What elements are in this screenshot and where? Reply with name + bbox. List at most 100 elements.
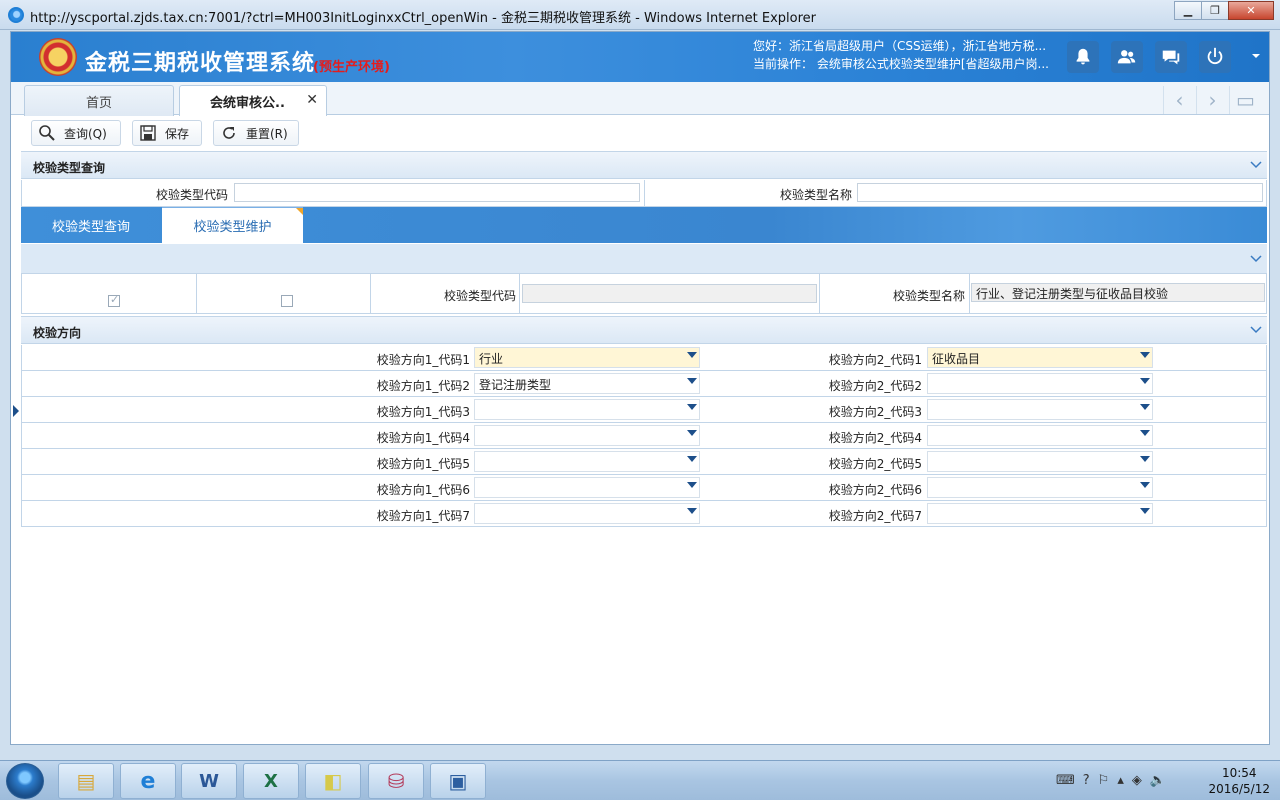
volume-icon[interactable]: 🔈	[1150, 773, 1166, 788]
dropdown-arrow-icon[interactable]	[687, 430, 697, 436]
direction1-select[interactable]: 行业	[474, 347, 700, 368]
sticky-notes-icon[interactable]: ◧	[305, 763, 361, 799]
user-info: 您好：浙江省局超级用户（CSS运维），浙江省地方税... 当前操作： 会统审核公…	[753, 37, 1049, 73]
user-greeting: 您好：浙江省局超级用户（CSS运维），浙江省地方税...	[753, 39, 1047, 53]
maintain-code-input[interactable]	[522, 284, 817, 303]
sidebar-expand-icon[interactable]	[13, 405, 19, 417]
direction1-select[interactable]	[474, 399, 700, 420]
direction1-label: 校验方向1_代码3	[376, 405, 470, 419]
chevron-right-icon[interactable]: ›	[1196, 86, 1228, 114]
maximize-icon[interactable]: ▭	[1229, 86, 1261, 114]
network-icon[interactable]: ◈	[1132, 773, 1142, 788]
dropdown-arrow-icon[interactable]	[1140, 404, 1150, 410]
direction-row: 校验方向1_代码3 校验方向2_代码3	[21, 397, 1267, 423]
save-icon	[140, 125, 156, 141]
show-hidden-icon[interactable]: ▴	[1117, 773, 1124, 788]
chevron-down-icon[interactable]	[1249, 49, 1263, 63]
tab-type-maintain[interactable]: 校验类型维护	[162, 207, 303, 243]
windows-taskbar: ▤ e W X ◧ ⛁ ▣ ⌨ ? ⚐ ▴ ◈ 🔈 10:54 2016/5/1…	[0, 760, 1280, 800]
code-input[interactable]	[234, 183, 640, 202]
maintain-name-input[interactable]: 行业、登记注册类型与征收品目校验	[971, 283, 1265, 302]
code-label: 校验类型代码	[155, 188, 228, 202]
save-button[interactable]: 保存	[132, 120, 202, 146]
remote-desktop-icon[interactable]: ▣	[430, 763, 486, 799]
chevron-down-icon[interactable]	[1249, 322, 1263, 336]
dropdown-arrow-icon[interactable]	[687, 404, 697, 410]
browser-title: http://yscportal.zjds.tax.cn:7001/?ctrl=…	[30, 11, 816, 26]
direction2-select[interactable]	[927, 373, 1153, 394]
direction1-select[interactable]	[474, 451, 700, 472]
direction2-select[interactable]: 征收品目	[927, 347, 1153, 368]
chevron-down-icon[interactable]	[1249, 157, 1263, 171]
direction-row: 校验方向1_代码4 校验方向2_代码4	[21, 423, 1267, 449]
direction1-select[interactable]	[474, 425, 700, 446]
direction2-label: 校验方向2_代码6	[828, 483, 922, 497]
help-icon[interactable]: ?	[1083, 773, 1090, 788]
close-tab-icon[interactable]: ✕	[306, 92, 318, 108]
direction1-label: 校验方向1_代码4	[376, 431, 470, 445]
direction2-select[interactable]	[927, 425, 1153, 446]
dropdown-arrow-icon[interactable]	[687, 508, 697, 514]
dropdown-arrow-icon[interactable]	[1140, 430, 1150, 436]
flag-icon[interactable]: ⚐	[1098, 773, 1110, 788]
keyboard-icon[interactable]: ⌨	[1056, 773, 1075, 788]
query-form-row: 校验类型代码 校验类型名称	[21, 180, 1267, 207]
chat-icon[interactable]	[1155, 41, 1187, 73]
tax-emblem-icon	[39, 38, 77, 76]
chevron-left-icon[interactable]: ‹	[1163, 86, 1195, 114]
direction1-select[interactable]	[474, 477, 700, 498]
dropdown-arrow-icon[interactable]	[687, 482, 697, 488]
minimize-icon[interactable]: ▁	[1174, 1, 1202, 20]
direction1-select[interactable]	[474, 503, 700, 524]
direction1-label: 校验方向1_代码2	[376, 379, 470, 393]
tab-navigation: ‹ › ▭	[1162, 86, 1261, 114]
query-panel-header[interactable]: 校验类型查询	[21, 151, 1267, 179]
close-window-icon[interactable]: ✕	[1228, 1, 1274, 20]
direction2-select[interactable]	[927, 503, 1153, 524]
clock[interactable]: 10:54 2016/5/12	[1208, 765, 1270, 797]
dropdown-arrow-icon[interactable]	[687, 352, 697, 358]
notification-bell-icon[interactable]	[1067, 41, 1099, 73]
query-button[interactable]: 查询(Q)	[31, 120, 121, 146]
power-icon[interactable]	[1199, 41, 1231, 73]
start-button-icon[interactable]	[6, 763, 44, 799]
ie-taskbar-icon[interactable]: e	[120, 763, 176, 799]
chevron-down-icon[interactable]	[1249, 251, 1263, 265]
direction1-label: 校验方向1_代码1	[376, 353, 470, 367]
excel-icon[interactable]: X	[243, 763, 299, 799]
name-input[interactable]	[857, 183, 1263, 202]
direction-row: 校验方向1_代码5 校验方向2_代码5	[21, 449, 1267, 475]
dropdown-arrow-icon[interactable]	[687, 456, 697, 462]
direction-panel-header[interactable]: 校验方向	[21, 316, 1267, 344]
checked-checkbox[interactable]	[108, 293, 120, 307]
direction1-select[interactable]: 登记注册类型	[474, 373, 700, 394]
direction2-label: 校验方向2_代码1	[828, 353, 922, 367]
direction2-select[interactable]	[927, 451, 1153, 472]
ie-logo-icon	[8, 7, 24, 23]
dropdown-arrow-icon[interactable]	[1140, 378, 1150, 384]
dropdown-arrow-icon[interactable]	[1140, 456, 1150, 462]
direction2-label: 校验方向2_代码2	[828, 379, 922, 393]
maintain-form-row: 校验类型代码 校验类型名称 行业、登记注册类型与征收品目校验	[21, 274, 1267, 314]
dropdown-arrow-icon[interactable]	[687, 378, 697, 384]
dropdown-arrow-icon[interactable]	[1140, 508, 1150, 514]
direction1-label: 校验方向1_代码6	[376, 483, 470, 497]
clock-time: 10:54	[1221, 766, 1257, 780]
database-icon[interactable]: ⛁	[368, 763, 424, 799]
dropdown-arrow-icon[interactable]	[1140, 352, 1150, 358]
save-label: 保存	[165, 126, 190, 141]
word-icon[interactable]: W	[181, 763, 237, 799]
explorer-icon[interactable]: ▤	[58, 763, 114, 799]
direction2-select[interactable]	[927, 477, 1153, 498]
direction2-select[interactable]	[927, 399, 1153, 420]
restore-icon[interactable]: ❐	[1201, 1, 1229, 20]
checkbox[interactable]	[281, 295, 293, 307]
tab-home[interactable]: 首页	[24, 85, 174, 116]
reset-button[interactable]: 重置(R)	[213, 120, 299, 146]
tab-type-query[interactable]: 校验类型查询	[21, 207, 161, 243]
tab-active[interactable]: 会统审核公.. ✕	[179, 85, 327, 116]
maintain-header[interactable]	[21, 244, 1267, 274]
dropdown-arrow-icon[interactable]	[1140, 482, 1150, 488]
users-icon[interactable]	[1111, 41, 1143, 73]
app-header: 金税三期税收管理系统 (预生产环境) 您好：浙江省局超级用户（CSS运维），浙江…	[11, 32, 1269, 82]
